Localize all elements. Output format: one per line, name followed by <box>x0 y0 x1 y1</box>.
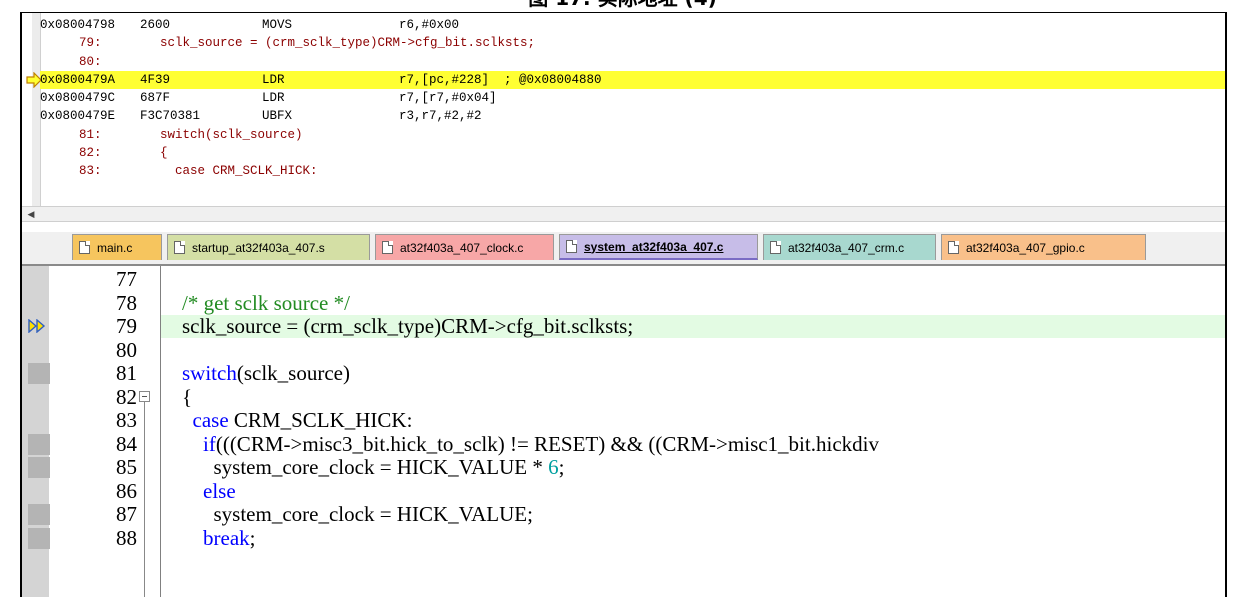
code-editor[interactable]: 77 78 /* get sclk source */ 79 sclk_source =… <box>22 266 1225 597</box>
asm-row[interactable]: 0x0800479E F3C70381 UBFX r3,r7,#2,#2 <box>40 107 1225 125</box>
source-text: { <box>160 146 168 161</box>
tab-label: main.c <box>97 240 133 255</box>
asm-row[interactable]: 0x0800479C 687F LDR r7,[r7,#0x04] <box>40 89 1225 107</box>
asm-opcode: 687F <box>140 91 171 106</box>
code-text: else <box>203 478 236 503</box>
line-number: 77 <box>116 267 137 291</box>
asm-opcode: 4F39 <box>140 72 171 87</box>
asm-operands: r7,[pc,#228] ; @0x08004880 <box>399 72 602 87</box>
asm-mnemonic: UBFX <box>262 109 293 124</box>
source-line-number: 82: <box>79 146 102 161</box>
source-row[interactable]: 82: { <box>40 144 1225 162</box>
code-text: system_core_clock = HICK_VALUE; <box>182 502 533 526</box>
asm-opcode: 2600 <box>140 18 171 32</box>
code-line-row[interactable] <box>22 268 1225 291</box>
line-number: 81 <box>116 361 137 385</box>
source-text: switch(sclk_source) <box>160 127 303 142</box>
asm-operands: r3,r7,#2,#2 <box>399 109 482 124</box>
breakpoint-marker[interactable] <box>28 363 50 384</box>
source-row[interactable]: 80: <box>40 53 1225 71</box>
asm-opcode: F3C70381 <box>140 109 201 124</box>
asm-address: 0x08004798 <box>40 18 116 32</box>
disassembly-lines: 0x08004798 2600 MOVS r6,#0x00 79: sclk_source… <box>26 16 1225 181</box>
file-icon <box>382 241 393 254</box>
file-icon <box>770 241 781 254</box>
code-text: switch(sclk_source) <box>182 361 350 385</box>
code-line-row[interactable] <box>22 386 1225 409</box>
source-text: sclk_source = (crm_sclk_type)CRM->cfg_bi… <box>160 36 536 51</box>
asm-address: 0x0800479A <box>40 72 116 87</box>
tab-label: at32f403a_407_gpio.c <box>966 240 1085 255</box>
tab-label: at32f403a_407_crm.c <box>788 240 905 255</box>
code-text: { <box>182 384 193 409</box>
asm-mnemonic: LDR <box>262 91 285 106</box>
tab-startup-at32f403a-407-s[interactable]: startup_at32f403a_407.s <box>167 234 370 260</box>
file-icon <box>79 241 90 254</box>
tab-at32f403a-407-gpio-c[interactable]: at32f403a_407_gpio.c <box>941 234 1146 260</box>
line-number: 87 <box>116 502 137 526</box>
source-row[interactable]: 81: switch(sclk_source) <box>40 126 1225 144</box>
code-text: break; <box>203 525 256 550</box>
code-text: /* get sclk source */ <box>182 290 350 315</box>
tab-label: startup_at32f403a_407.s <box>192 240 325 255</box>
file-icon <box>948 241 959 254</box>
execution-arrow-icon <box>28 319 46 333</box>
fold-collapse-icon[interactable] <box>139 390 150 402</box>
code-text: sclk_source = (crm_sclk_type)CRM->cfg_bi… <box>182 314 634 338</box>
tab-label: at32f403a_407_clock.c <box>400 240 524 255</box>
code-text: system_core_clock = HICK_VALUE * 6; <box>182 455 565 479</box>
asm-address: 0x0800479E <box>40 109 116 124</box>
source-line-number: 83: <box>79 164 102 179</box>
asm-mnemonic: LDR <box>262 72 285 87</box>
source-row[interactable]: 79: sclk_source = (crm_sclk_type)CRM->cfg… <box>40 34 1225 52</box>
code-text: case CRM_SCLK_HICK: <box>192 408 413 432</box>
tab-main-c[interactable]: main.c <box>72 234 162 260</box>
asm-address: 0x0800479C <box>40 91 116 106</box>
line-number: 86 <box>116 478 137 503</box>
asm-operands: r7,[r7,#0x04] <box>399 91 497 106</box>
line-number: 78 <box>116 290 137 315</box>
source-row[interactable]: 83: case CRM_SCLK_HICK: <box>40 162 1225 180</box>
line-number: 80 <box>116 337 137 362</box>
asm-row[interactable]: 0x08004798 2600 MOVS r6,#0x00 <box>40 16 1225 34</box>
code-line-row[interactable] <box>22 339 1225 362</box>
source-line-number: 81: <box>79 127 102 142</box>
figure-caption: 图 17. 实际地址 (4) <box>0 0 1245 8</box>
line-number: 84 <box>116 431 137 456</box>
file-icon <box>174 241 185 254</box>
breakpoint-marker[interactable] <box>28 433 50 455</box>
line-number: 85 <box>116 455 137 479</box>
breakpoint-marker[interactable] <box>28 457 50 478</box>
file-icon <box>566 240 577 253</box>
file-tabs: main.c startup_at32f403a_407.s at32f403a_4… <box>22 232 1225 266</box>
source-text: case CRM_SCLK_HICK: <box>160 164 318 179</box>
line-number: 82 <box>116 384 137 409</box>
asm-operands: r6,#0x00 <box>399 18 460 32</box>
horizontal-scrollbar[interactable]: ◀ <box>22 206 1225 222</box>
breakpoint-marker[interactable] <box>28 527 50 549</box>
source-line-number: 79: <box>79 36 102 51</box>
breakpoint-marker[interactable] <box>28 504 50 525</box>
current-instruction-row[interactable]: 0x0800479A 4F39 LDR r7,[pc,#228] ; @0x08004… <box>26 70 1225 90</box>
line-number: 88 <box>116 525 137 550</box>
debugger-window: 0x08004798 2600 MOVS r6,#0x00 79: sclk_source… <box>20 12 1227 597</box>
code-text: if(((CRM->misc3_bit.hick_to_sclk) != RES… <box>203 431 879 456</box>
scroll-left-icon[interactable]: ◀ <box>26 209 36 219</box>
tab-label: system_at32f403a_407.c <box>584 239 724 254</box>
tab-system-at32f403a-407-c[interactable]: system_at32f403a_407.c <box>559 234 758 260</box>
tab-at32f403a-407-clock-c[interactable]: at32f403a_407_clock.c <box>375 234 554 260</box>
source-line-number: 80: <box>79 54 102 69</box>
line-number: 79 <box>116 314 137 338</box>
disassembly-pane[interactable]: 0x08004798 2600 MOVS r6,#0x00 79: sclk_source… <box>22 13 1225 206</box>
line-number: 83 <box>116 408 137 432</box>
tab-at32f403a-407-crm-c[interactable]: at32f403a_407_crm.c <box>763 234 936 260</box>
asm-mnemonic: MOVS <box>262 18 293 32</box>
